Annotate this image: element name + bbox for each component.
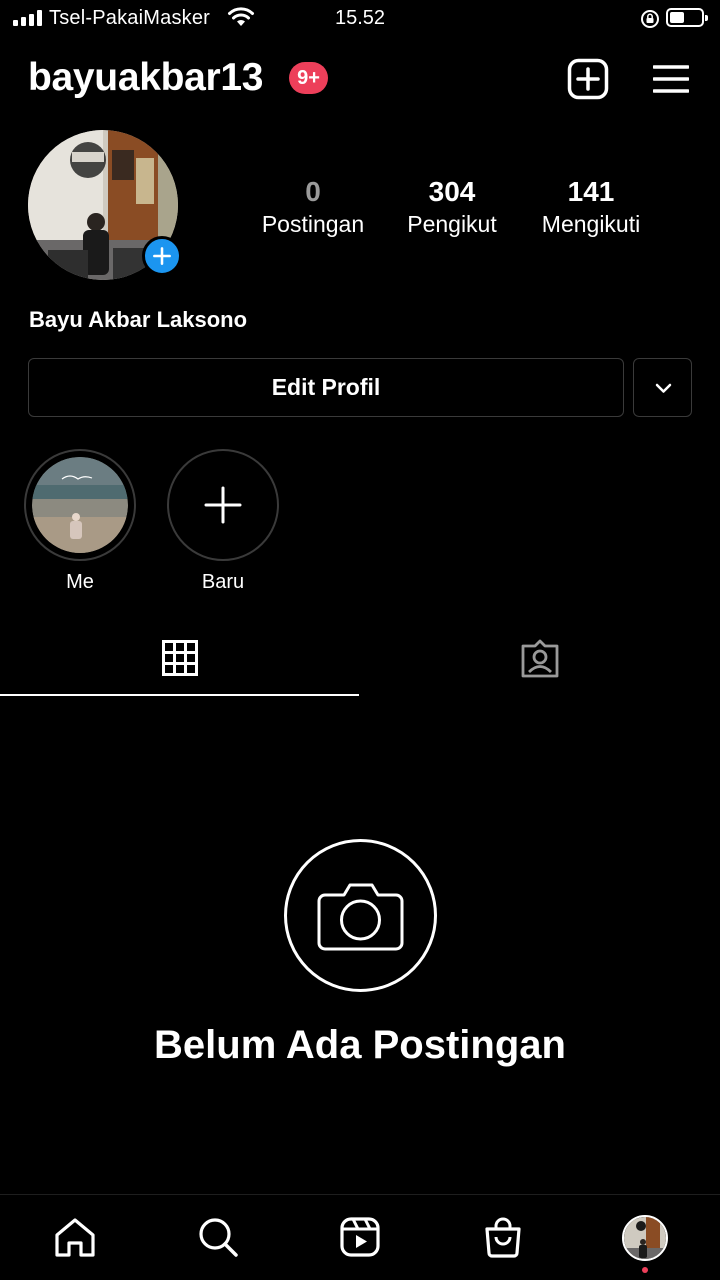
tab-tagged[interactable] (360, 625, 720, 696)
profile-notification-dot (642, 1267, 648, 1273)
camera-icon (317, 883, 404, 951)
tab-grid[interactable] (0, 625, 359, 696)
profile-username[interactable]: bayuakbar13 (28, 56, 263, 100)
battery-icon (666, 8, 708, 27)
clock: 15.52 (334, 7, 386, 29)
highlight-cover (32, 457, 128, 553)
stat-posts-value: 0 (305, 176, 321, 207)
highlight-ring (167, 449, 279, 561)
stat-posts: 0 Postingan (253, 176, 373, 240)
stat-followers-label: Pengikut (407, 211, 497, 237)
empty-state-title: Belum Ada Postingan (154, 1023, 566, 1067)
reels-icon[interactable] (338, 1215, 382, 1259)
profile-avatar[interactable] (622, 1215, 668, 1261)
grid-icon (162, 640, 198, 676)
highlight-new-label: Baru (201, 571, 245, 593)
stat-following[interactable]: 141 Mengikuti (530, 176, 652, 240)
stat-following-value: 141 (567, 176, 615, 207)
stat-followers-value: 304 (428, 176, 476, 207)
rotation-lock-icon (641, 10, 659, 28)
edit-profile-button[interactable]: Edit Profil (28, 358, 624, 417)
highlight-ring (24, 449, 136, 561)
nav-avatar-photo (624, 1217, 666, 1259)
home-icon[interactable] (53, 1215, 97, 1259)
chevron-down-icon (655, 383, 672, 393)
highlight-me-label: Me (66, 571, 94, 593)
stat-following-label: Mengikuti (541, 211, 641, 237)
search-icon[interactable] (196, 1215, 240, 1259)
notification-badge[interactable]: 9+ (289, 62, 328, 94)
add-story-icon[interactable] (142, 236, 182, 276)
highlight-me[interactable]: Me (24, 449, 136, 594)
tagged-icon (521, 639, 559, 678)
bottom-nav (0, 1194, 720, 1280)
status-bar: Tsel-PakaiMasker 15.52 (0, 0, 720, 38)
suggestions-toggle-button[interactable] (633, 358, 692, 417)
empty-state-icon-circle (284, 839, 437, 992)
stat-followers[interactable]: 304 Pengikut (392, 176, 512, 240)
active-tab-indicator (0, 694, 359, 696)
shop-icon[interactable] (481, 1215, 525, 1259)
highlight-new[interactable]: Baru (167, 449, 279, 594)
stat-posts-label: Postingan (261, 211, 365, 237)
menu-icon[interactable] (653, 64, 689, 94)
plus-icon (204, 486, 242, 524)
profile-full-name: Bayu Akbar Laksono (29, 307, 248, 332)
new-post-icon[interactable] (567, 58, 609, 100)
